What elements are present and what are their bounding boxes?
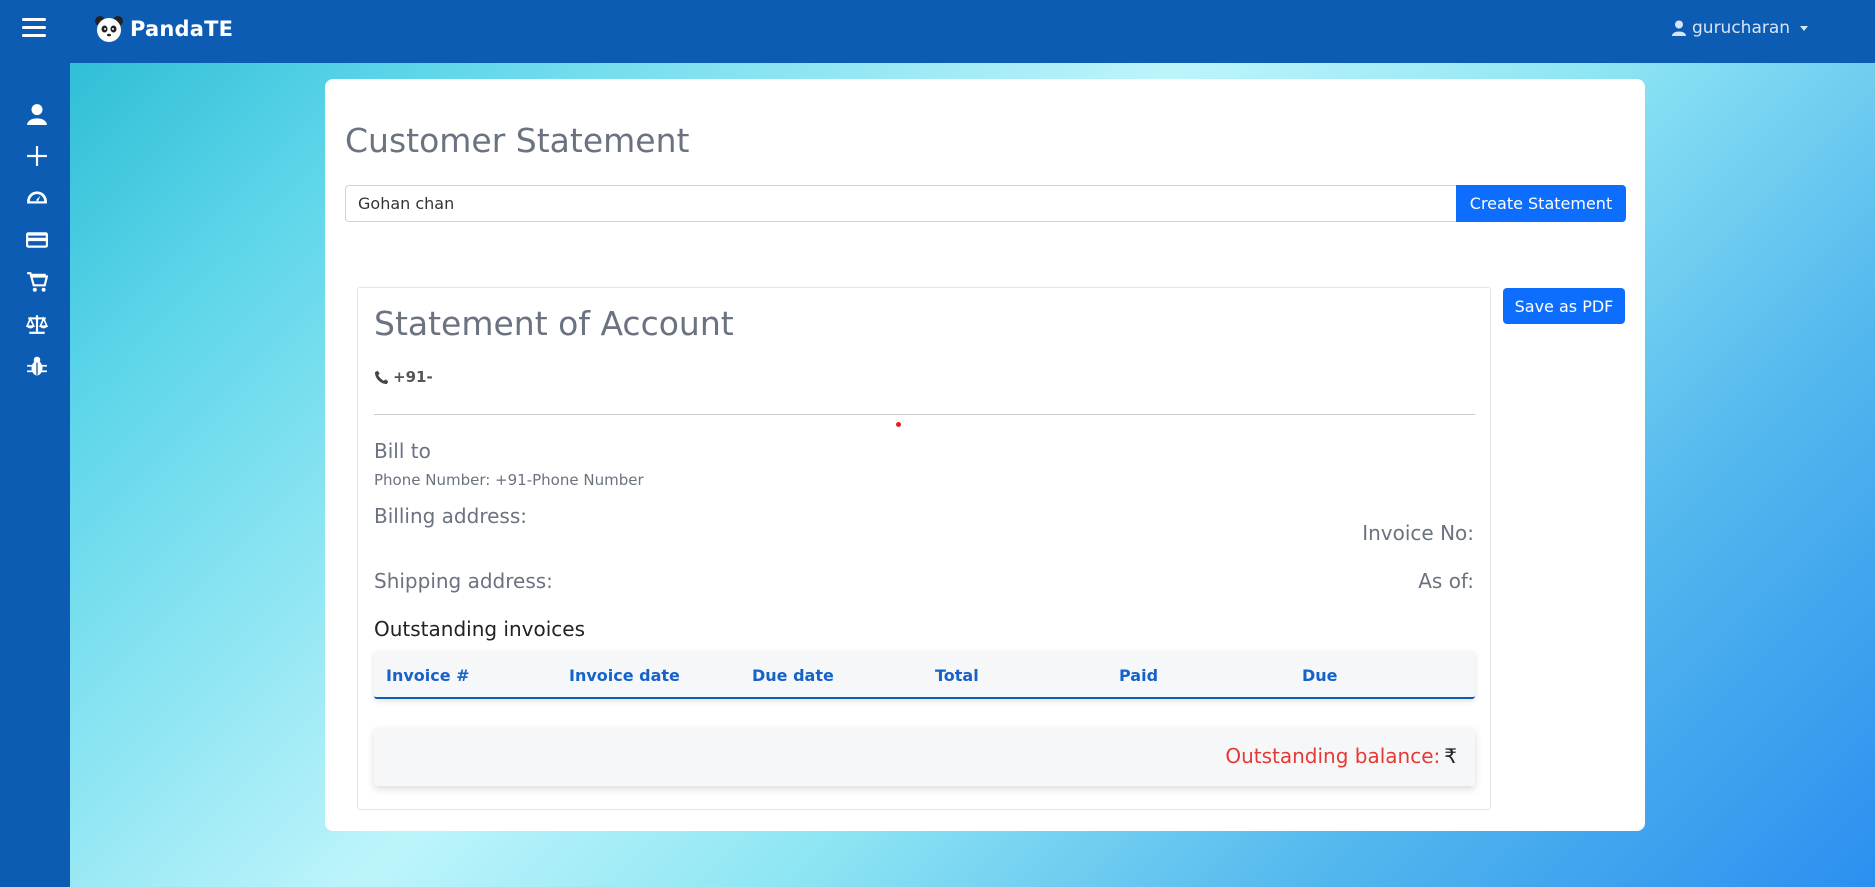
save-as-pdf-button[interactable]: Save as PDF [1503,288,1625,324]
divider [374,414,1475,415]
user-icon [27,104,47,125]
outstanding-balance-box: Outstanding balance: ₹ [374,728,1475,786]
sidebar-item-add[interactable] [24,143,50,169]
currency-symbol: ₹ [1444,744,1457,768]
billing-address-label: Billing address: [374,504,527,528]
menu-toggle-icon[interactable] [22,18,46,38]
sidebar-item-dashboard[interactable] [24,185,50,211]
column-header-invoice-date[interactable]: Invoice date [569,666,680,685]
company-phone: +91- [374,368,433,386]
invoice-number-label: Invoice No: [1362,521,1474,545]
column-header-due[interactable]: Due [1302,666,1338,685]
user-icon [1672,20,1686,36]
statement-panel: Statement of Account +91- Bill to Phone … [357,287,1491,810]
brand-name: PandaTE [130,17,234,41]
outstanding-balance: Outstanding balance: ₹ [1225,744,1457,768]
as-of-label: As of: [1418,569,1474,593]
scale-icon [26,315,48,334]
column-header-due-date[interactable]: Due date [752,666,834,685]
shipping-address-label: Shipping address: [374,569,553,593]
create-statement-button[interactable]: Create Statement [1456,185,1626,222]
sidebar-item-orders[interactable] [24,269,50,295]
user-name: gurucharan [1692,18,1791,38]
phone-icon [374,370,389,384]
outstanding-invoices-heading: Outstanding invoices [374,617,586,641]
cart-icon [27,272,48,292]
credit-card-icon [26,232,48,248]
column-header-paid[interactable]: Paid [1119,666,1158,685]
chevron-down-icon [1800,25,1809,31]
bug-icon [27,356,47,376]
user-menu[interactable]: gurucharan [1672,18,1809,38]
statement-title: Statement of Account [374,304,734,343]
sidebar-item-customers[interactable] [24,101,50,127]
sidebar-item-bugs[interactable] [24,353,50,379]
brand[interactable]: PandaTE [94,14,233,44]
cursor-dot [896,422,901,427]
company-phone-text: +91- [393,368,433,386]
column-header-invoice-number[interactable]: Invoice # [386,666,470,685]
outstanding-balance-label: Outstanding balance: [1225,744,1441,768]
customer-statement-card: Customer Statement Create Statement Stat… [325,79,1645,831]
plus-icon [27,146,47,166]
bill-to-label: Bill to [374,439,431,463]
sidebar [0,63,70,887]
invoices-table-header: Invoice # Invoice date Due date Total Pa… [374,651,1475,699]
gauge-icon [27,191,47,204]
column-header-total[interactable]: Total [935,666,979,685]
customer-name-input[interactable] [345,185,1456,222]
sidebar-item-balance[interactable] [24,311,50,337]
customer-phone-number: Phone Number: +91-Phone Number [374,471,644,489]
top-navbar: PandaTE gurucharan [0,0,1875,63]
panda-logo-icon [95,16,123,42]
page-title: Customer Statement [345,121,690,160]
sidebar-item-payments[interactable] [24,227,50,253]
